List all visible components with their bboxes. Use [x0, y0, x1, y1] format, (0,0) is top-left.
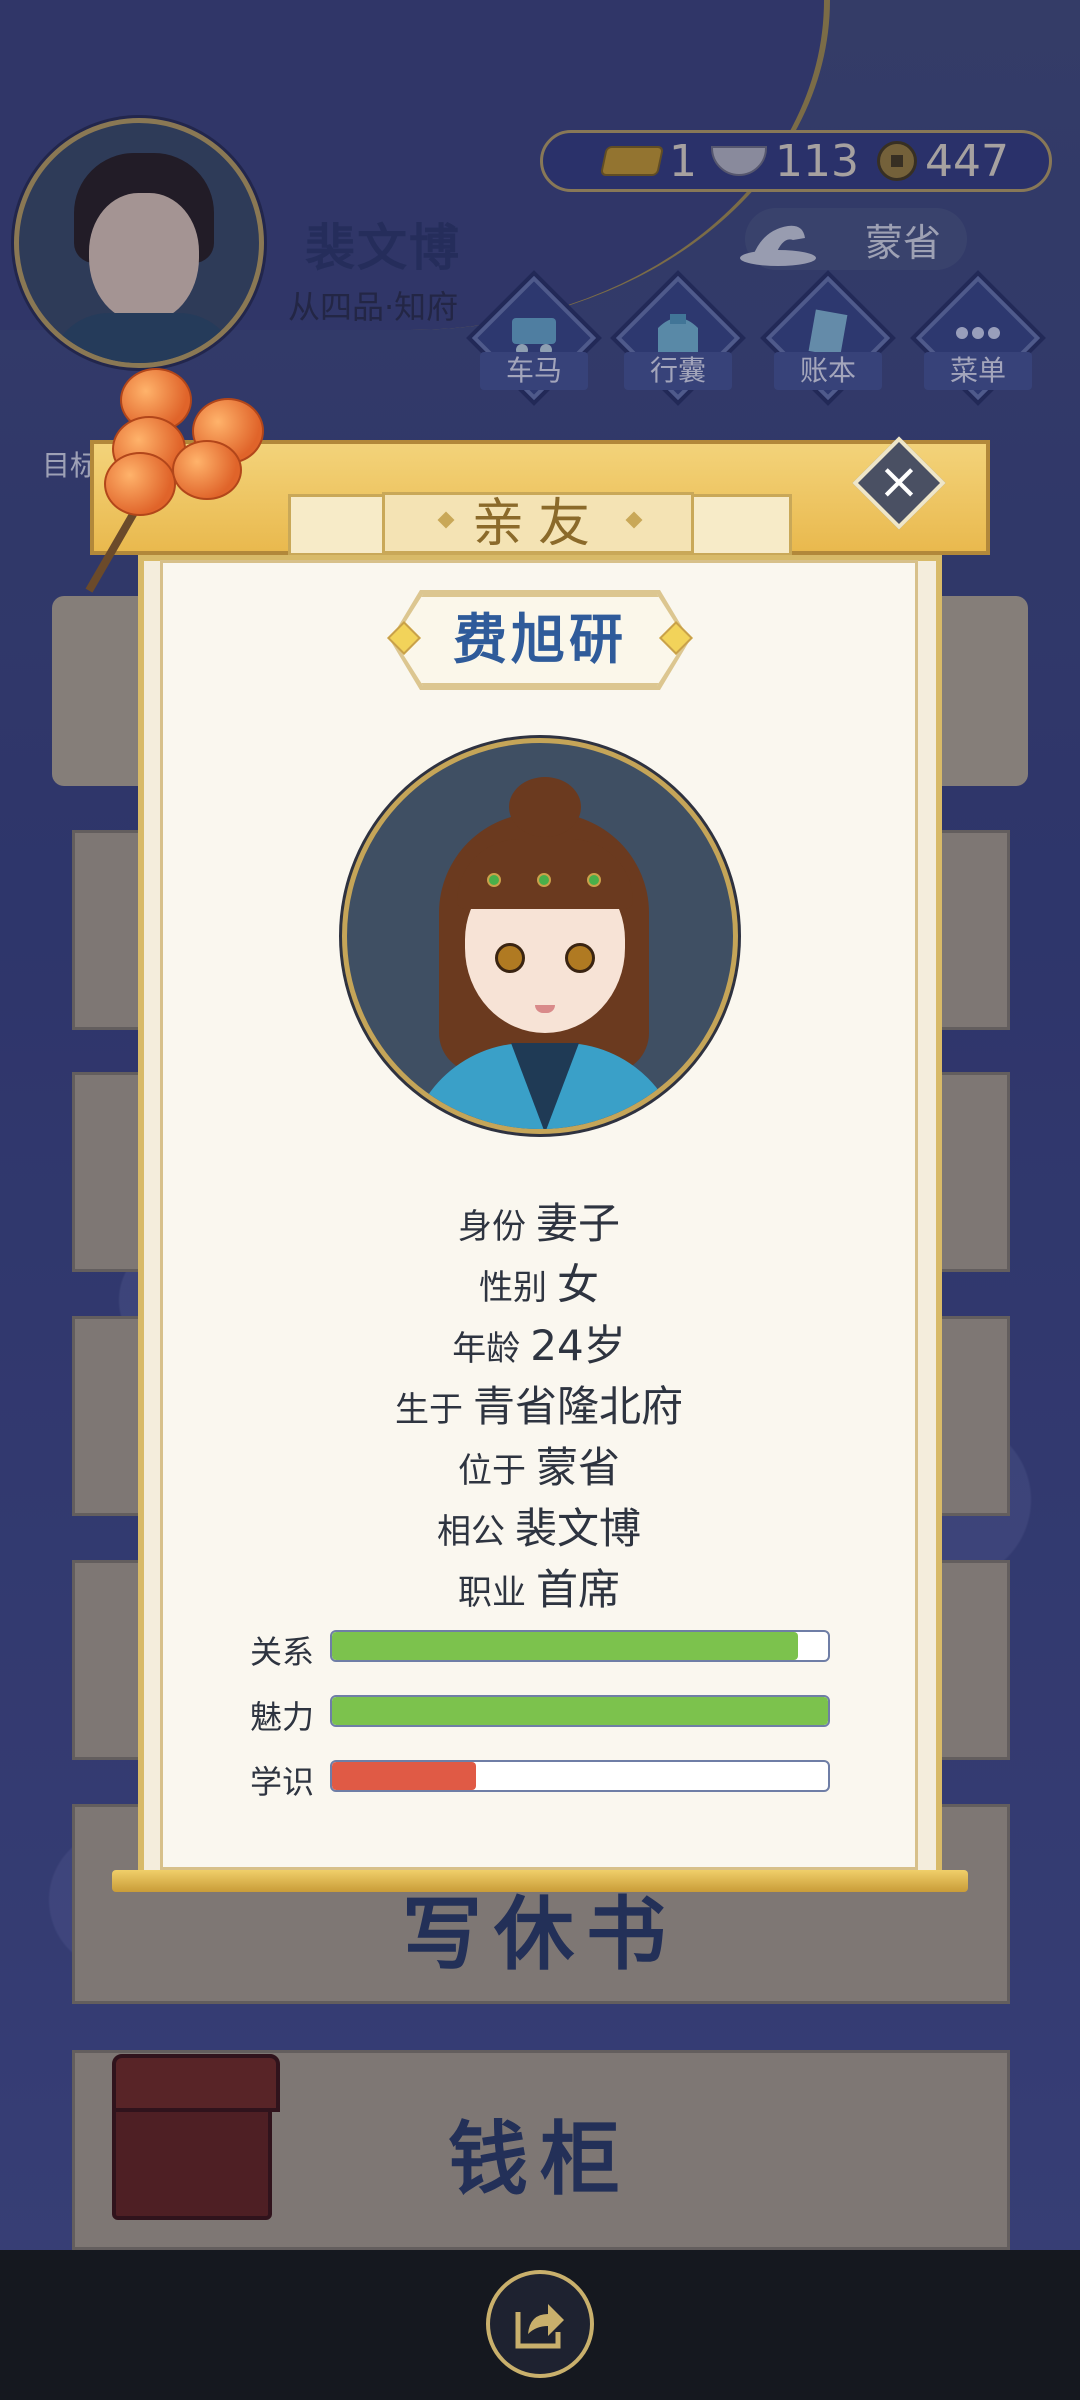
info-row-gender: 性别女 — [160, 1251, 918, 1312]
jewel-icon — [537, 873, 551, 887]
character-name: 费旭研 — [453, 608, 627, 671]
info-key: 性别 — [478, 1268, 547, 1308]
stat-bar-relationship — [330, 1630, 830, 1662]
stat-label-charm: 魅力 — [250, 1698, 315, 1736]
jewel-icon — [487, 873, 501, 887]
info-value: 裴文博 — [514, 1504, 641, 1553]
info-row-husband: 相公 裴文博 — [160, 1495, 918, 1556]
info-key: 相公 — [436, 1512, 505, 1552]
info-row-identity: 身份 妻子 — [160, 1190, 918, 1251]
portrait-bun — [509, 777, 581, 837]
info-value: 蒙省 — [535, 1443, 620, 1492]
portrait-eye — [495, 943, 525, 973]
portrait-eye — [565, 943, 595, 973]
stat-label-relationship: 关系 — [250, 1633, 315, 1671]
share-icon — [515, 2304, 564, 2349]
fruit-icon — [172, 440, 242, 500]
info-value: 首席 — [535, 1565, 620, 1614]
info-value: 妻子 — [535, 1199, 620, 1248]
info-value: 24岁 — [530, 1321, 626, 1370]
close-icon[interactable]: × — [866, 450, 932, 516]
info-value: 女 — [556, 1260, 599, 1309]
info-key: 位于 — [457, 1451, 526, 1491]
fruit-icon — [104, 452, 176, 516]
stat-fill-knowledge — [332, 1762, 476, 1790]
stat-fill-relationship — [332, 1632, 799, 1660]
info-value: 青省隆北府 — [472, 1382, 683, 1431]
info-key: 年龄 — [452, 1329, 521, 1369]
stat-bar-charm — [330, 1695, 830, 1727]
stat-bar-knowledge — [330, 1760, 830, 1792]
info-key: 生于 — [394, 1390, 463, 1430]
info-row-age: 年龄 24岁 — [160, 1312, 918, 1373]
dialog-footer-rod — [112, 1870, 968, 1892]
dialog-title: 亲友 — [382, 492, 694, 554]
info-row-occupation: 职业 首席 — [160, 1556, 918, 1617]
info-key: 身份 — [457, 1207, 526, 1247]
info-key: 职业 — [457, 1573, 526, 1613]
jewel-icon — [587, 873, 601, 887]
share-button[interactable] — [486, 2270, 594, 2378]
stat-fill-charm — [332, 1697, 828, 1725]
info-row-birthplace: 生于 青省隆北府 — [160, 1373, 918, 1434]
character-portrait — [342, 738, 738, 1134]
info-row-location: 位于 蒙省 — [160, 1434, 918, 1495]
stat-label-knowledge: 学识 — [250, 1763, 315, 1801]
